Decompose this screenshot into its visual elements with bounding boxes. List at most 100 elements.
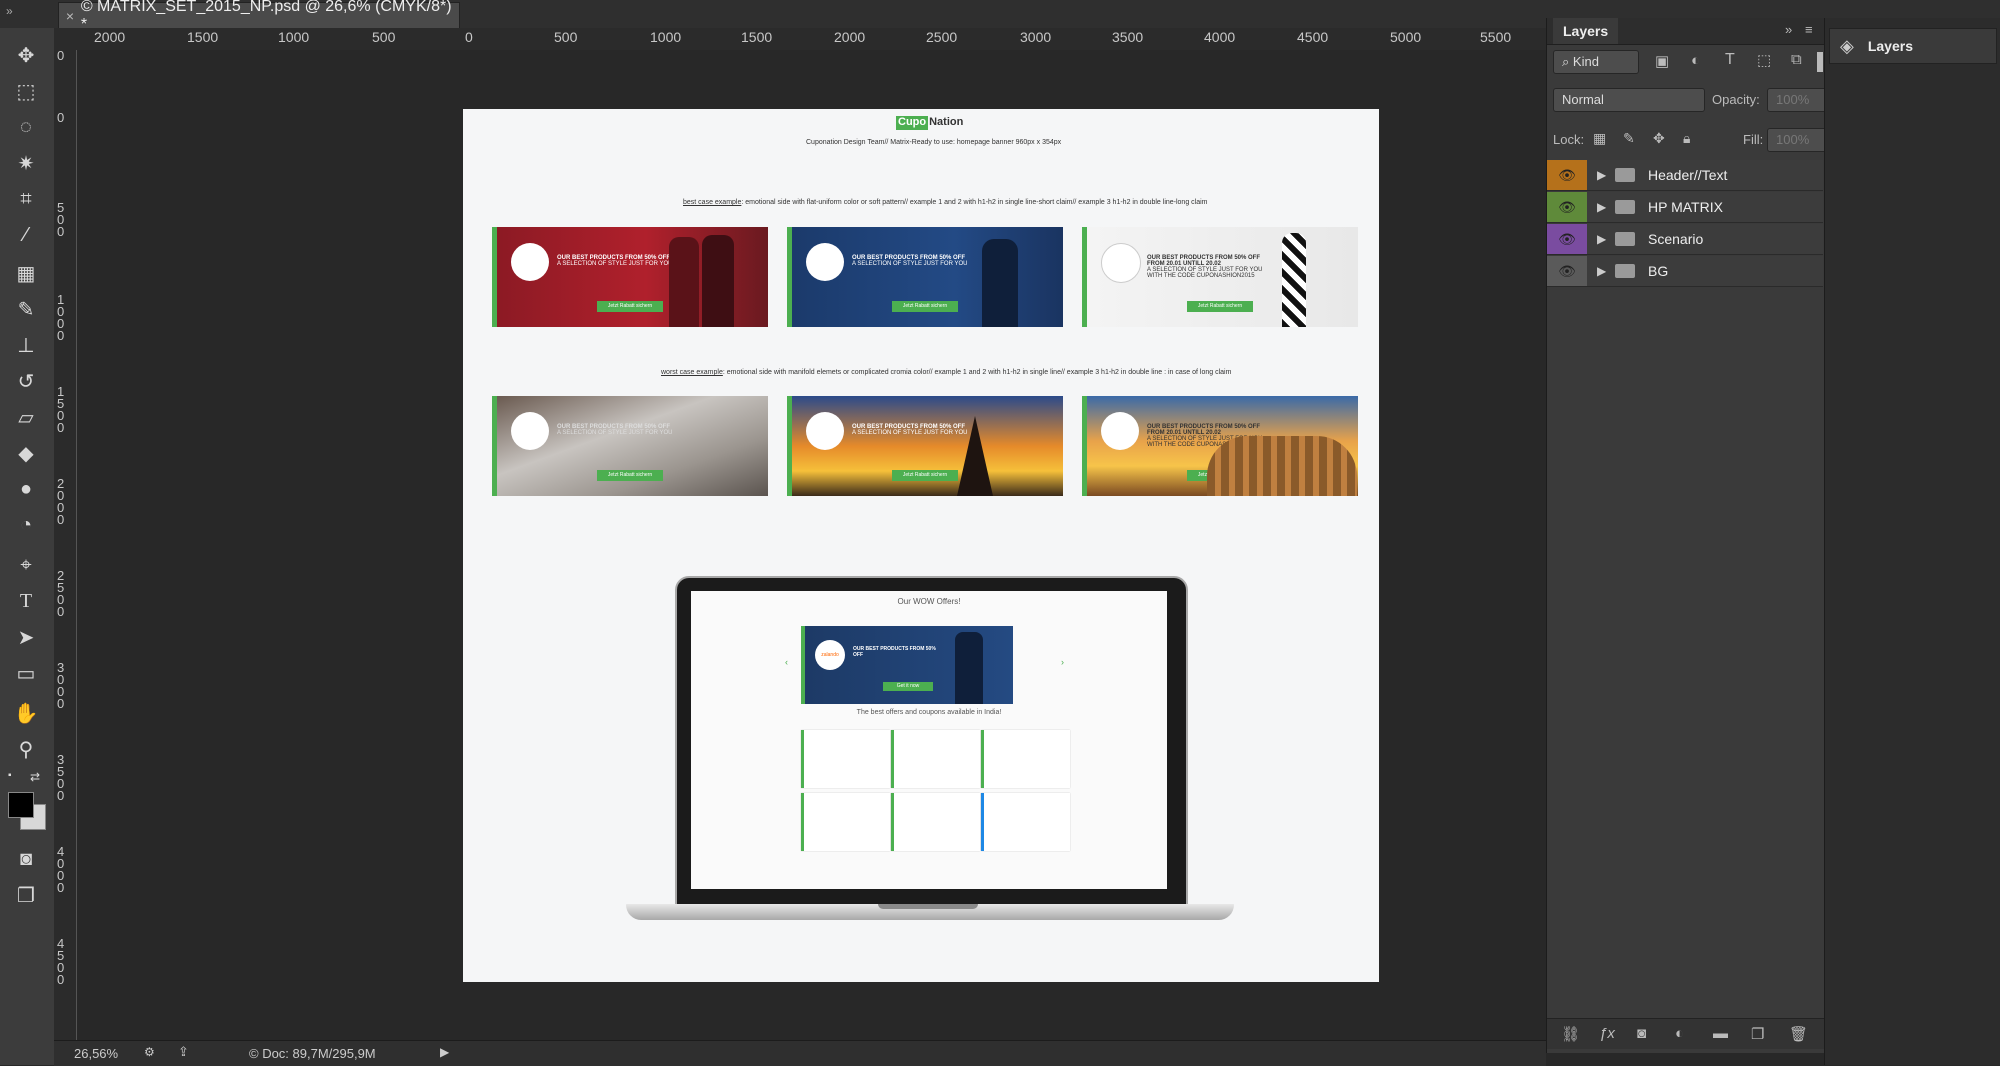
layer-row[interactable]: 👁︎ ▶ Scenario — [1547, 224, 1823, 255]
brush-tool-icon[interactable]: ✎ — [10, 294, 42, 324]
lock-position-icon[interactable]: ✥ — [1653, 130, 1665, 147]
ruler-label: 3500 — [1112, 29, 1144, 45]
pixel-filter-icon[interactable]: ▣ — [1655, 52, 1669, 70]
layer-row[interactable]: 👁︎ ▶ HP MATRIX — [1547, 192, 1823, 223]
screen-mode-icon[interactable]: ❐ — [10, 880, 42, 910]
hand-tool-icon[interactable]: ✋ — [10, 698, 42, 728]
path-selection-tool-icon[interactable]: ➤ — [10, 622, 42, 652]
timeline-icon[interactable]: ⚙ — [144, 1045, 155, 1059]
default-colors-icon[interactable]: ▪ — [8, 770, 22, 784]
status-bar: 26,56% ⚙ ⇪ © Doc: 89,7M/295,9M ▶ — [54, 1040, 1546, 1066]
ruler-label: 0 — [57, 110, 65, 125]
expand-triangle-icon[interactable]: ▶ — [1597, 200, 1606, 214]
layer-name: Scenario — [1648, 231, 1704, 247]
share-icon[interactable]: ⇪ — [178, 1044, 189, 1060]
foreground-color-swatch[interactable] — [8, 792, 34, 818]
worst-case-caption: worst case example: emotional side with … — [661, 369, 1231, 376]
marquee-tool-icon[interactable]: ⬚ — [10, 76, 42, 106]
layers-dock-button[interactable]: ◈ Layers — [1829, 28, 1997, 64]
coupon-tile — [981, 730, 1070, 788]
history-brush-tool-icon[interactable]: ↺ — [10, 366, 42, 396]
ruler-label: 1000 — [278, 29, 310, 45]
adjustment-filter-icon[interactable]: ◐ — [1691, 52, 1700, 69]
move-tool-icon[interactable]: ✥ — [10, 40, 42, 70]
filter-toggle[interactable] — [1817, 52, 1823, 72]
type-tool-icon[interactable]: T — [10, 586, 42, 616]
lock-label: Lock: — [1553, 132, 1585, 147]
laptop-banner-button: Get it now — [883, 682, 933, 691]
best-case-caption: best case example: emotional side with f… — [683, 199, 1208, 206]
eyedropper-tool-icon[interactable]: ⁄ — [10, 220, 42, 250]
layers-panel-header: Layers » ≡ — [1547, 18, 1825, 45]
healing-tool-icon[interactable]: ▦ — [10, 258, 42, 288]
fx-icon[interactable]: ƒx — [1599, 1025, 1615, 1042]
model-figure — [955, 632, 983, 704]
swap-colors-icon[interactable]: ⇄ — [30, 770, 40, 784]
ruler-label: 2000 — [834, 29, 866, 45]
type-filter-icon[interactable]: T — [1725, 51, 1735, 69]
shape-filter-icon[interactable]: ⬚ — [1757, 51, 1771, 69]
new-layer-icon[interactable]: ❐ — [1751, 1025, 1764, 1043]
lasso-tool-icon[interactable]: ◌ — [10, 112, 42, 142]
ruler-label: 3000 — [57, 660, 65, 711]
zoom-tool-icon[interactable]: ⚲ — [10, 734, 42, 764]
blur-tool-icon[interactable]: ● — [10, 474, 42, 504]
lock-all-icon[interactable]: 🔒︎ — [1683, 130, 1690, 147]
paint-bucket-tool-icon[interactable]: ◆ — [10, 438, 42, 468]
collapse-icon[interactable]: » — [6, 4, 13, 18]
laptop-screen: Our WOW Offers! zalando OUR BEST PRODUCT… — [691, 591, 1167, 889]
close-tab-icon[interactable]: × — [59, 8, 81, 24]
folder-icon — [1615, 168, 1635, 182]
expand-triangle-icon[interactable]: ▶ — [1597, 232, 1606, 246]
lock-transparent-icon[interactable]: ▦ — [1593, 130, 1606, 147]
link-layers-icon[interactable]: ⛓ — [1561, 1025, 1580, 1043]
lock-image-icon[interactable]: ✎ — [1623, 130, 1635, 147]
rectangle-tool-icon[interactable]: ▭ — [10, 658, 42, 688]
expand-triangle-icon[interactable]: ▶ — [1597, 264, 1606, 278]
eraser-tool-icon[interactable]: ▱ — [10, 402, 42, 432]
status-menu-arrow-icon[interactable]: ▶ — [440, 1045, 449, 1059]
add-mask-icon[interactable]: ◙ — [1637, 1025, 1646, 1042]
visibility-eye-icon[interactable]: 👁︎ — [1547, 192, 1587, 222]
new-group-icon[interactable]: ▬ — [1713, 1025, 1728, 1042]
ruler-label: 2000 — [57, 476, 65, 527]
fill-input[interactable]: 100% — [1767, 128, 1827, 152]
pen-tool-icon[interactable]: ⌖ — [10, 550, 42, 580]
banner-button: Jetzt Rabatt sichern — [1187, 301, 1253, 312]
laptop-banner-headline: OUR BEST PRODUCTS FROM 50% OFF — [853, 646, 936, 658]
banner-headline: OUR BEST PRODUCTS FROM 50% OFF A SELECTIO… — [852, 424, 968, 436]
banner-best-2: OUR BEST PRODUCTS FROM 50% OFF A SELECTIO… — [787, 227, 1063, 327]
ruler-label: 1500 — [57, 384, 65, 435]
collapse-panel-icon[interactable]: » — [1785, 22, 1792, 37]
document-artboard[interactable]: Cupo Nation Cuponation Design Team// Mat… — [463, 109, 1379, 982]
visibility-eye-icon[interactable]: 👁︎ — [1547, 256, 1587, 286]
zoom-level[interactable]: 26,56% — [74, 1046, 118, 1061]
banner-headline: OUR BEST PRODUCTS FROM 50% OFF FROM 20.0… — [1147, 255, 1263, 279]
opacity-input[interactable]: 100% — [1767, 88, 1827, 112]
trash-icon[interactable]: 🗑︎ — [1789, 1025, 1808, 1043]
banner-headline: OUR BEST PRODUCTS FROM 50% OFF A SELECTIO… — [557, 255, 673, 267]
layer-row[interactable]: 👁︎ ▶ BG — [1547, 256, 1823, 287]
layers-tab[interactable]: Layers — [1553, 18, 1619, 44]
document-tab[interactable]: × © MATRIX_SET_2015_NP.psd @ 26,6% (CMYK… — [58, 0, 460, 33]
blend-mode-select[interactable]: Normal — [1553, 88, 1705, 112]
badge-circle — [511, 243, 549, 281]
smart-object-filter-icon[interactable]: ⧉ — [1791, 51, 1802, 68]
visibility-eye-icon[interactable]: 👁︎ — [1547, 160, 1587, 190]
crop-tool-icon[interactable]: ⌗ — [10, 184, 42, 214]
quick-mask-icon[interactable]: ◙ — [10, 844, 42, 874]
logo-cupo: Cupo — [896, 116, 929, 130]
magic-wand-tool-icon[interactable]: ✷ — [10, 148, 42, 178]
dodge-tool-icon[interactable]: ◔ — [10, 510, 42, 540]
banner-button: Jetzt Rabatt sichern — [597, 470, 663, 481]
search-icon: ⌕ — [1562, 54, 1573, 69]
banner-headline: OUR BEST PRODUCTS FROM 50% OFF A SELECTIO… — [852, 255, 968, 267]
banner-button: Jetzt Rabatt sichern — [892, 301, 958, 312]
visibility-eye-icon[interactable]: 👁︎ — [1547, 224, 1587, 254]
stamp-tool-icon[interactable]: ⊥ — [10, 330, 42, 360]
adjustment-layer-icon[interactable]: ◐ — [1675, 1025, 1684, 1042]
panel-menu-icon[interactable]: ≡ — [1805, 22, 1813, 37]
expand-triangle-icon[interactable]: ▶ — [1597, 168, 1606, 182]
layer-row[interactable]: 👁︎ ▶ Header//Text — [1547, 160, 1823, 191]
filter-kind-select[interactable]: ⌕ Kind — [1553, 50, 1639, 74]
